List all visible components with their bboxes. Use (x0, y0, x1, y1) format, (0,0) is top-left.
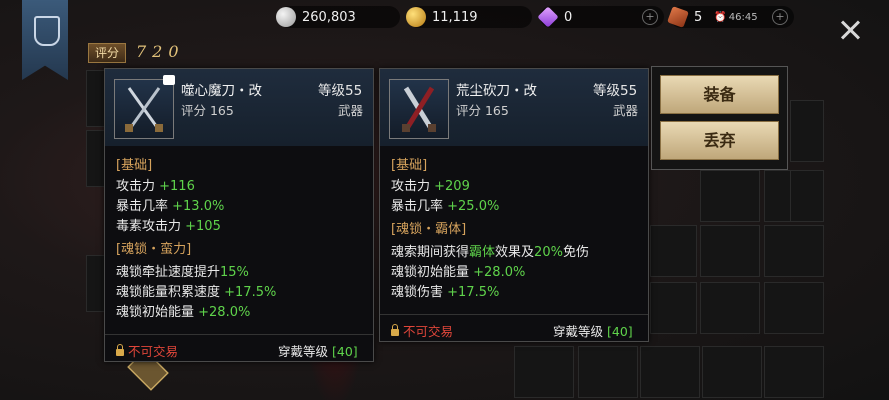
wear-requirement: 穿戴等级 [40] (278, 344, 358, 359)
equip-button[interactable]: 装备 (660, 75, 779, 114)
ticket-timer: 46:45 (728, 11, 758, 23)
diamond-currency: 0 + (537, 6, 664, 28)
stat-line: 毒素攻击力 +105 (116, 219, 221, 234)
section-title: [基础] (391, 158, 428, 173)
tooltip-footer: 不可交易 穿戴等级 [40] (380, 314, 648, 341)
inventory-slot[interactable] (702, 346, 762, 398)
score-label: 评分 (88, 43, 126, 63)
clock-icon: ⏰ (714, 11, 727, 23)
lock-icon (116, 344, 124, 356)
ticket-currency: 5 ⏰ 46:45 + (667, 6, 794, 28)
silver-coin-icon (276, 7, 296, 27)
diamond-icon (537, 6, 559, 28)
inventory-slot[interactable] (764, 225, 824, 277)
ticket-amount: 5 (694, 9, 703, 25)
item-tooltip-equipped: 噬心魔刀・改 等级55 评分 165 武器 [基础] 攻击力 +116 暴击几率… (104, 68, 374, 362)
score-value: 720 (136, 42, 185, 61)
item-level: 等级55 (318, 83, 363, 99)
trade-status: 不可交易 (391, 321, 453, 340)
wear-requirement: 穿戴等级 [40] (553, 324, 633, 339)
item-type: 武器 (338, 103, 364, 118)
stat-line: 魂锁伤害 +17.5% (391, 285, 500, 300)
item-rating: 评分 165 (181, 103, 234, 118)
silver-amount: 260,803 (302, 9, 356, 25)
stat-line: 暴击几率 +13.0% (116, 199, 225, 214)
inventory-slot[interactable] (578, 346, 638, 398)
gold-amount: 11,119 (432, 9, 478, 25)
item-thumbnail (114, 79, 174, 139)
gold-coin-icon (406, 7, 426, 27)
equip-slot[interactable] (86, 255, 106, 312)
shield-emblem-icon (34, 16, 60, 46)
item-rating: 评分 165 (456, 103, 509, 118)
lock-icon (391, 324, 399, 336)
inventory-slot[interactable] (700, 225, 760, 277)
ticket-icon (667, 6, 689, 28)
inventory-slot[interactable] (650, 225, 697, 277)
discard-button[interactable]: 丢弃 (660, 121, 779, 160)
stat-line: 暴击几率 +25.0% (391, 199, 500, 214)
trade-status: 不可交易 (116, 341, 178, 360)
stat-line: 攻击力 +116 (116, 179, 195, 194)
silver-currency: 260,803 (276, 6, 400, 28)
add-diamond-icon[interactable]: + (642, 9, 658, 25)
inventory-slot[interactable] (790, 100, 824, 162)
item-thumbnail (389, 79, 449, 139)
add-ticket-icon[interactable]: + (772, 9, 788, 25)
section-title: [基础] (116, 158, 153, 173)
stat-line: 魂索期间获得霸体效果及20%免伤 (391, 245, 589, 260)
gold-currency: 11,119 (406, 6, 532, 28)
section-title: [魂锁・霸体] (391, 222, 467, 237)
diamond-amount: 0 (564, 9, 573, 25)
item-name: 噬心魔刀・改 (181, 83, 262, 99)
inventory-slot[interactable] (650, 282, 697, 334)
close-icon[interactable] (838, 18, 862, 42)
section-title: [魂锁・蛮力] (116, 242, 192, 257)
twin-blades-icon (125, 87, 163, 132)
stat-line: 魂锁初始能量 +28.0% (116, 305, 251, 320)
item-tooltip-compare: 荒尘砍刀・改 等级55 评分 165 武器 [基础] 攻击力 +209 暴击几率… (379, 68, 649, 342)
item-name: 荒尘砍刀・改 (456, 83, 537, 99)
stat-line: 魂锁初始能量 +28.0% (391, 265, 526, 280)
item-level: 等级55 (593, 83, 638, 99)
inventory-slot[interactable] (764, 282, 824, 334)
stat-line: 魂锁能量积累速度 +17.5% (116, 285, 277, 300)
inventory-slot[interactable] (700, 282, 760, 334)
stat-line: 魂锁牵扯速度提升15% (116, 265, 249, 280)
equip-slot[interactable] (86, 70, 106, 127)
inventory-slot[interactable] (764, 346, 824, 398)
item-type: 武器 (613, 103, 639, 118)
inventory-slot[interactable] (700, 170, 760, 222)
tooltip-footer: 不可交易 穿戴等级 [40] (105, 334, 373, 361)
item-action-menu: 装备 丢弃 (651, 66, 788, 170)
equip-slot[interactable] (86, 130, 106, 187)
inventory-slot[interactable] (640, 346, 700, 398)
inventory-slot[interactable] (790, 170, 824, 222)
equipped-shirt-icon (163, 75, 175, 85)
stat-line: 攻击力 +209 (391, 179, 470, 194)
inventory-slot[interactable] (514, 346, 574, 398)
twin-machetes-icon (402, 86, 436, 132)
guild-banner[interactable] (22, 0, 68, 80)
